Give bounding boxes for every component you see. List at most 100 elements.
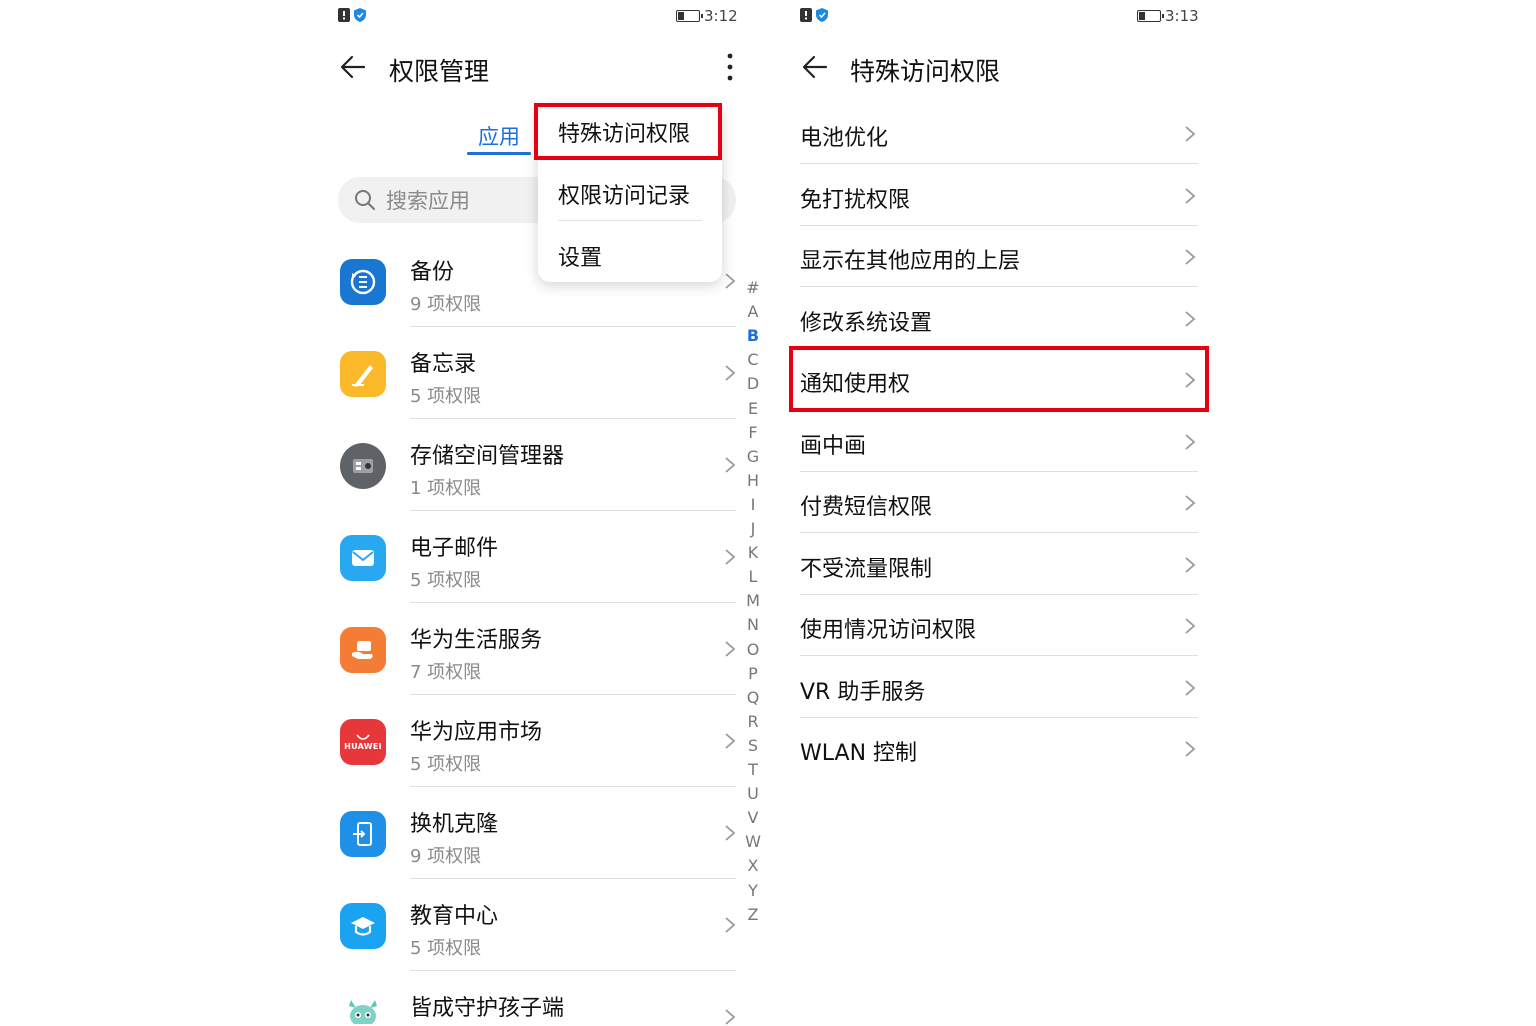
row-divider [410, 326, 736, 327]
permission-item[interactable]: 使用情况访问权限 [800, 612, 976, 644]
row-divider [800, 655, 1198, 656]
permission-item[interactable]: 免打扰权限 [800, 182, 910, 214]
life-service-icon [340, 627, 386, 673]
chevron-right-icon[interactable] [1184, 494, 1196, 512]
permission-item[interactable]: 付费短信权限 [800, 489, 932, 521]
row-divider [800, 470, 1198, 472]
app-name: 皆成守护孩子端 [410, 996, 565, 1021]
permission-item[interactable]: 不受流量限制 [800, 551, 932, 583]
permission-item[interactable]: 修改系统设置 [800, 305, 932, 337]
shield-icon [816, 8, 828, 22]
index-letter[interactable]: R [743, 712, 763, 731]
more-options-icon[interactable] [724, 52, 736, 82]
index-letter[interactable]: W [743, 832, 763, 851]
battery-status-left: 3:12 [676, 7, 738, 25]
app-name: 换机克隆 [410, 812, 499, 837]
permission-item[interactable]: WLAN 控制 [800, 735, 917, 767]
permission-item[interactable]: 画中画 [800, 428, 866, 460]
index-letter[interactable]: I [743, 495, 763, 514]
permission-item[interactable]: 电池优化 [800, 120, 888, 152]
index-letter[interactable]: V [743, 808, 763, 827]
row-divider [410, 786, 736, 787]
app-permission-count: 9 项权限 [410, 846, 482, 867]
chevron-right-icon[interactable] [1184, 679, 1196, 697]
index-letter[interactable]: D [743, 374, 763, 393]
index-letter[interactable]: F [743, 423, 763, 442]
shield-icon [354, 8, 366, 22]
chevron-right-icon[interactable] [1184, 740, 1196, 758]
backup-icon [340, 259, 386, 305]
app-permission-count: 1 项权限 [410, 478, 482, 499]
notepad-icon [340, 351, 386, 397]
chevron-right-icon[interactable] [1184, 187, 1196, 205]
row-divider [410, 878, 736, 879]
page-title: 权限管理 [389, 57, 490, 86]
index-letter[interactable]: E [743, 399, 763, 418]
highlight-box [789, 346, 1209, 412]
index-letter[interactable]: # [743, 278, 763, 297]
chevron-right-icon[interactable] [724, 364, 736, 382]
chevron-right-icon[interactable] [1184, 248, 1196, 266]
index-letter[interactable]: Q [743, 688, 763, 707]
chevron-right-icon[interactable] [1184, 310, 1196, 328]
index-letter[interactable]: C [743, 350, 763, 369]
index-letter[interactable]: T [743, 760, 763, 779]
app-permission-count: 5 项权限 [410, 754, 482, 775]
index-letter[interactable]: S [743, 736, 763, 755]
row-divider [800, 716, 1198, 718]
index-letter[interactable]: H [743, 471, 763, 490]
status-icons-right [800, 8, 828, 22]
back-arrow-icon[interactable] [800, 52, 830, 82]
index-letter[interactable]: J [743, 519, 763, 538]
chevron-right-icon[interactable] [1184, 433, 1196, 451]
email-icon [340, 535, 386, 581]
index-letter[interactable]: U [743, 784, 763, 803]
search-icon [355, 190, 375, 210]
tab-apps[interactable]: 应用 [478, 121, 520, 151]
index-letter[interactable]: G [743, 447, 763, 466]
index-letter[interactable]: B [743, 326, 763, 345]
chevron-right-icon[interactable] [1184, 556, 1196, 574]
status-time: 3:12 [704, 7, 738, 25]
chevron-right-icon[interactable] [1184, 617, 1196, 635]
app-name: 华为生活服务 [410, 628, 543, 653]
index-letter[interactable]: P [743, 664, 763, 683]
chevron-right-icon[interactable] [724, 456, 736, 474]
search-input[interactable]: 搜索应用 [386, 185, 470, 215]
index-letter[interactable]: L [743, 567, 763, 586]
chevron-right-icon[interactable] [724, 732, 736, 750]
chevron-right-icon[interactable] [724, 1008, 736, 1026]
chevron-right-icon[interactable] [724, 640, 736, 658]
status-time: 3:13 [1165, 7, 1199, 25]
menu-item-permission-log[interactable]: 权限访问记录 [558, 178, 690, 210]
page-title: 特殊访问权限 [850, 57, 1001, 86]
permission-item[interactable]: VR 助手服务 [800, 674, 925, 706]
index-letter[interactable]: Z [743, 905, 763, 924]
app-permission-count: 7 项权限 [410, 662, 482, 683]
chevron-right-icon[interactable] [724, 548, 736, 566]
chevron-right-icon[interactable] [724, 272, 736, 290]
index-letter[interactable]: X [743, 856, 763, 875]
battery-icon [676, 10, 703, 22]
app-permission-count: 5 项权限 [410, 570, 482, 591]
row-divider [410, 602, 736, 603]
index-letter[interactable]: K [743, 543, 763, 562]
row-divider [410, 418, 736, 419]
index-letter[interactable]: N [743, 615, 763, 634]
chevron-right-icon[interactable] [724, 824, 736, 842]
app-market-icon: HUAWEI [340, 719, 386, 765]
menu-item-settings[interactable]: 设置 [558, 240, 602, 272]
index-letter[interactable]: A [743, 302, 763, 321]
app-name: 华为应用市场 [410, 720, 543, 745]
notification-alert-icon [800, 8, 812, 22]
highlight-box [534, 103, 722, 160]
back-arrow-icon[interactable] [338, 52, 368, 82]
chevron-right-icon[interactable] [724, 916, 736, 934]
chevron-right-icon[interactable] [1184, 125, 1196, 143]
permission-item[interactable]: 显示在其他应用的上层 [800, 243, 1020, 275]
child-guard-icon [340, 994, 386, 1024]
index-letter[interactable]: M [743, 591, 763, 610]
index-letter[interactable]: O [743, 640, 763, 659]
app-name: 备份 [410, 260, 455, 285]
index-letter[interactable]: Y [743, 881, 763, 900]
